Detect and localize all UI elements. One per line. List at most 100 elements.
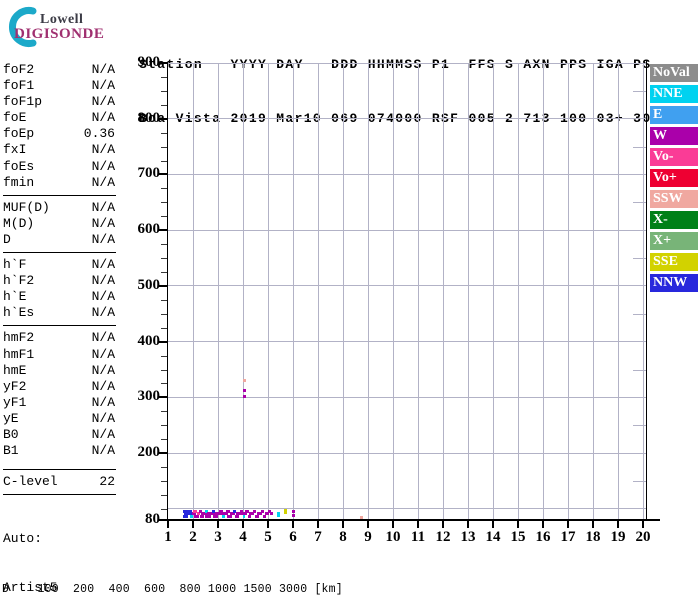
x-axis-tick bbox=[542, 521, 544, 528]
x-axis-tick-label: 9 bbox=[355, 529, 381, 546]
y-axis-tick-label: 600 bbox=[120, 221, 160, 238]
legend-item-nne: NNE bbox=[650, 85, 698, 103]
horizontal-gridline bbox=[168, 397, 646, 398]
vertical-gridline bbox=[543, 63, 544, 520]
x-axis-tick bbox=[417, 521, 419, 528]
legend-item-noval: NoVal bbox=[650, 64, 698, 82]
vertical-gridline bbox=[193, 63, 194, 520]
x-axis-tick-label: 17 bbox=[555, 529, 581, 546]
x-axis-tick bbox=[492, 521, 494, 528]
x-axis-tick bbox=[617, 521, 619, 528]
x-axis-tick-label: 10 bbox=[380, 529, 406, 546]
y-axis-line bbox=[167, 63, 168, 520]
x-axis-tick-label: 4 bbox=[230, 529, 256, 546]
x-axis-tick bbox=[442, 521, 444, 528]
right-axis-minor-tick bbox=[633, 370, 646, 371]
right-axis-minor-tick bbox=[633, 91, 646, 92]
legend-item-sse: SSE bbox=[650, 253, 698, 271]
x-axis-line bbox=[158, 519, 660, 521]
echo-point bbox=[292, 514, 295, 517]
echo-point bbox=[263, 515, 266, 518]
y-axis-tick-label: 300 bbox=[120, 388, 160, 405]
x-axis-tick-label: 13 bbox=[455, 529, 481, 546]
horizontal-gridline bbox=[168, 63, 646, 64]
vertical-gridline bbox=[393, 63, 394, 520]
vertical-gridline bbox=[468, 63, 469, 520]
x-axis-tick bbox=[342, 521, 344, 528]
y-axis-tick-label: 900 bbox=[120, 54, 160, 71]
legend-item-nnw: NNW bbox=[650, 274, 698, 292]
echo-point bbox=[235, 515, 239, 518]
footer-status: D 100 200 400 600 800 1000 1500 3000 [km… bbox=[2, 555, 692, 600]
x-axis-tick-label: 2 bbox=[180, 529, 206, 546]
x-axis-tick bbox=[317, 521, 319, 528]
legend-item-ssw: SSW bbox=[650, 190, 698, 208]
vertical-gridline bbox=[343, 63, 344, 520]
x-axis-tick-label: 18 bbox=[580, 529, 606, 546]
distance-row: D 100 200 400 600 800 1000 1500 3000 [km… bbox=[2, 583, 692, 597]
echo-point bbox=[213, 515, 218, 518]
vertical-gridline bbox=[443, 63, 444, 520]
y-axis-tick-label: 80 bbox=[120, 511, 160, 528]
legend-item-vo+: Vo+ bbox=[650, 169, 698, 187]
x-axis-tick bbox=[367, 521, 369, 528]
vertical-gridline bbox=[643, 63, 644, 520]
legend-item-vo-: Vo- bbox=[650, 148, 698, 166]
right-frame-line bbox=[646, 60, 647, 520]
right-axis-minor-tick bbox=[633, 202, 646, 203]
horizontal-gridline bbox=[168, 285, 646, 286]
vertical-gridline bbox=[518, 63, 519, 520]
x-axis-tick-label: 20 bbox=[630, 529, 656, 546]
right-axis-minor-tick bbox=[633, 314, 646, 315]
digisonde-ionogram-window: Lowell DIGISONDE Station YYYY DAY DDD HH… bbox=[0, 0, 700, 600]
y-axis-tick-label: 700 bbox=[120, 165, 160, 182]
x-axis-tick-label: 5 bbox=[255, 529, 281, 546]
ionogram-plot: 9008007006005004003002008012345678910111… bbox=[0, 0, 700, 600]
echo-point bbox=[249, 512, 254, 515]
y-axis-tick-label: 800 bbox=[120, 110, 160, 127]
echo-point bbox=[243, 389, 246, 392]
echo-point bbox=[243, 379, 246, 382]
x-axis-tick bbox=[192, 521, 194, 528]
echo-point bbox=[255, 515, 259, 518]
echo-point bbox=[205, 515, 211, 518]
echo-point bbox=[222, 515, 225, 518]
echo-point bbox=[265, 512, 269, 515]
vertical-gridline bbox=[593, 63, 594, 520]
x-axis-tick bbox=[292, 521, 294, 528]
echo-point bbox=[277, 512, 280, 517]
right-axis-minor-tick bbox=[633, 147, 646, 148]
x-axis-tick-label: 7 bbox=[305, 529, 331, 546]
x-axis-tick bbox=[467, 521, 469, 528]
echo-point bbox=[193, 510, 197, 513]
x-axis-tick bbox=[392, 521, 394, 528]
echo-point bbox=[183, 515, 188, 518]
echo-point bbox=[243, 515, 245, 518]
echo-point bbox=[243, 395, 246, 398]
echo-point bbox=[292, 510, 295, 513]
y-axis-tick-label: 400 bbox=[120, 333, 160, 350]
x-axis-tick bbox=[567, 521, 569, 528]
x-axis-tick bbox=[217, 521, 219, 528]
right-axis-minor-tick bbox=[633, 258, 646, 259]
legend-item-w: W bbox=[650, 127, 698, 145]
echo-point bbox=[270, 512, 273, 515]
x-axis-tick-label: 16 bbox=[530, 529, 556, 546]
echo-point bbox=[257, 512, 262, 515]
x-axis-tick bbox=[242, 521, 244, 528]
x-axis-tick bbox=[642, 521, 644, 528]
horizontal-gridline bbox=[168, 341, 646, 342]
vertical-gridline bbox=[243, 63, 244, 520]
legend-item-x+: X+ bbox=[650, 232, 698, 250]
x-axis-tick bbox=[517, 521, 519, 528]
horizontal-gridline bbox=[168, 453, 646, 454]
horizontal-gridline bbox=[168, 118, 646, 119]
echo-point bbox=[360, 516, 363, 519]
vertical-gridline bbox=[318, 63, 319, 520]
y-axis-tick-label: 500 bbox=[120, 277, 160, 294]
x-axis-tick-label: 14 bbox=[480, 529, 506, 546]
right-axis-minor-tick bbox=[633, 425, 646, 426]
x-axis-tick-label: 3 bbox=[205, 529, 231, 546]
right-axis-minor-tick bbox=[633, 481, 646, 482]
horizontal-gridline bbox=[168, 174, 646, 175]
